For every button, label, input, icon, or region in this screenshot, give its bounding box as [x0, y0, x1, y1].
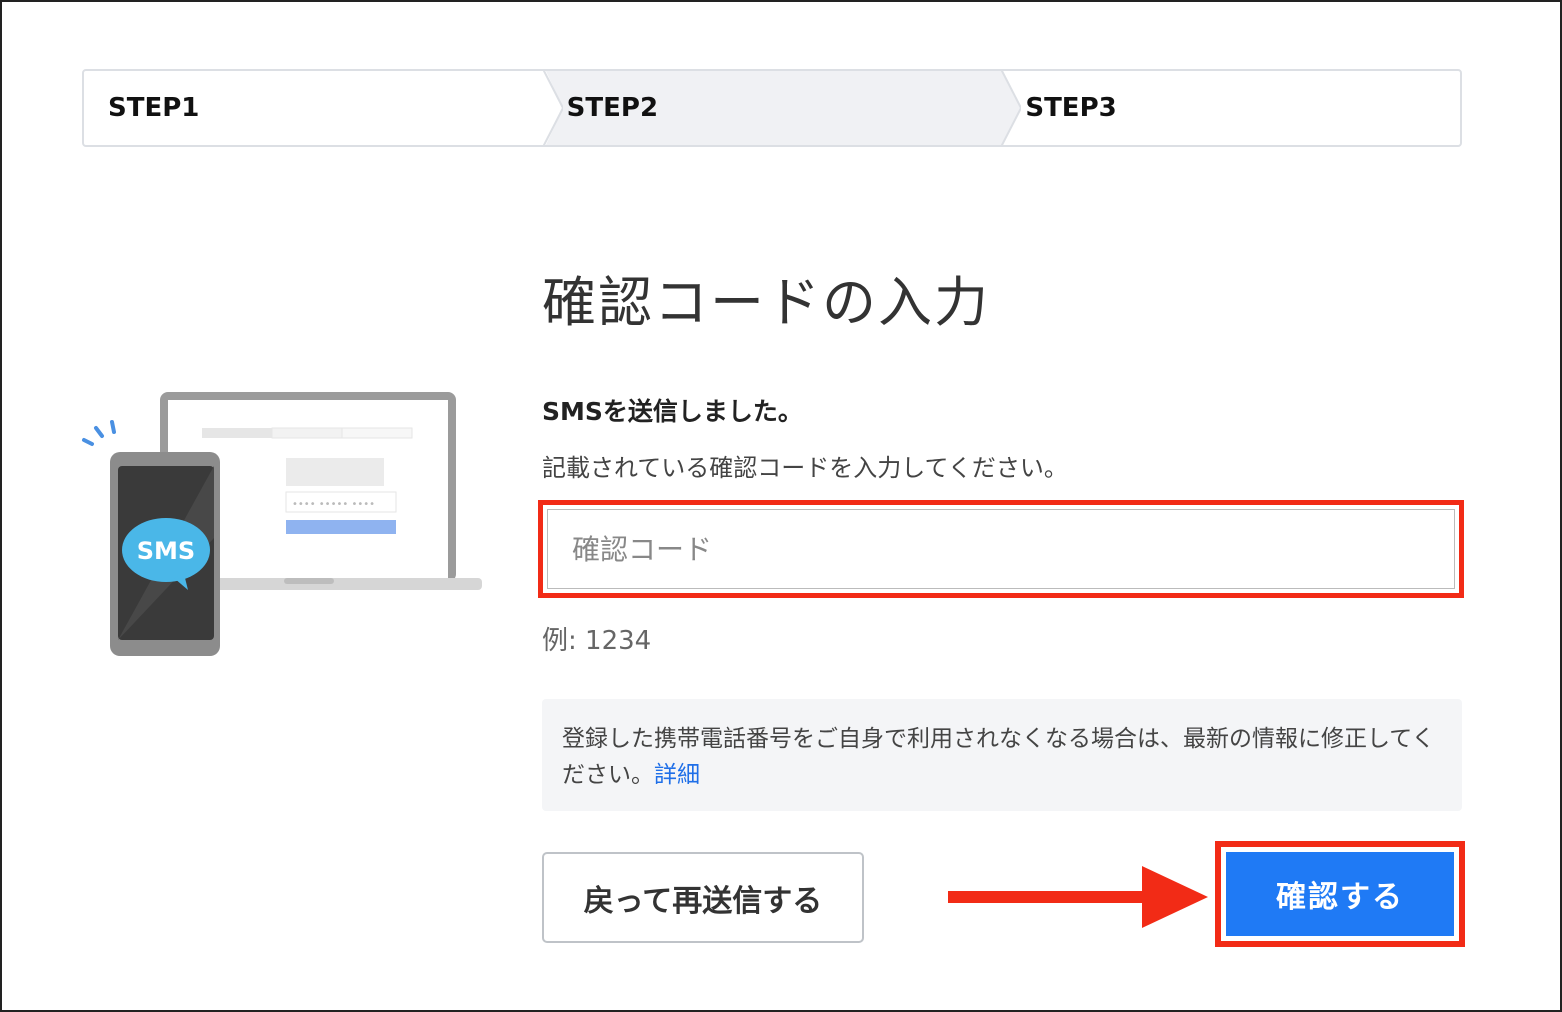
- step-indicator: STEP1 STEP2 STEP3: [82, 69, 1462, 147]
- step-divider-icon: [1001, 71, 1022, 145]
- verification-code-input[interactable]: [547, 509, 1455, 589]
- page-title: 確認コードの入力: [542, 271, 990, 334]
- step-2-current: STEP2: [542, 71, 1002, 145]
- back-resend-button[interactable]: 戻って再送信する: [542, 852, 864, 943]
- details-link[interactable]: 詳細: [654, 762, 700, 788]
- confirm-button[interactable]: 確認する: [1226, 852, 1454, 936]
- step-2-label: STEP2: [566, 93, 659, 123]
- field-dots-text: •••• ••••• ••••: [292, 499, 375, 510]
- step-3-label: STEP3: [1025, 93, 1117, 123]
- sms-bubble-text: SMS: [137, 537, 195, 565]
- phone-update-notice: 登録した携帯電話番号をご自身で利用されなくなる場合は、最新の情報に修正してくださ…: [542, 699, 1462, 811]
- confirm-button-highlight: 確認する: [1215, 841, 1465, 947]
- phone-laptop-sms-illustration: •••• ••••• •••• SMS: [82, 392, 482, 656]
- code-input-highlight: [538, 500, 1464, 598]
- step-1: STEP1: [84, 71, 543, 145]
- step-1-label: STEP1: [108, 93, 200, 123]
- code-example-hint: 例: 1234: [542, 626, 652, 656]
- pointer-arrow-icon: [948, 866, 1208, 928]
- step-divider-icon: [542, 71, 563, 145]
- step-3: STEP3: [1001, 71, 1460, 145]
- sms-sent-message: SMSを送信しました。: [542, 397, 803, 426]
- instruction-text: 記載されている確認コードを入力してください。: [542, 454, 1068, 482]
